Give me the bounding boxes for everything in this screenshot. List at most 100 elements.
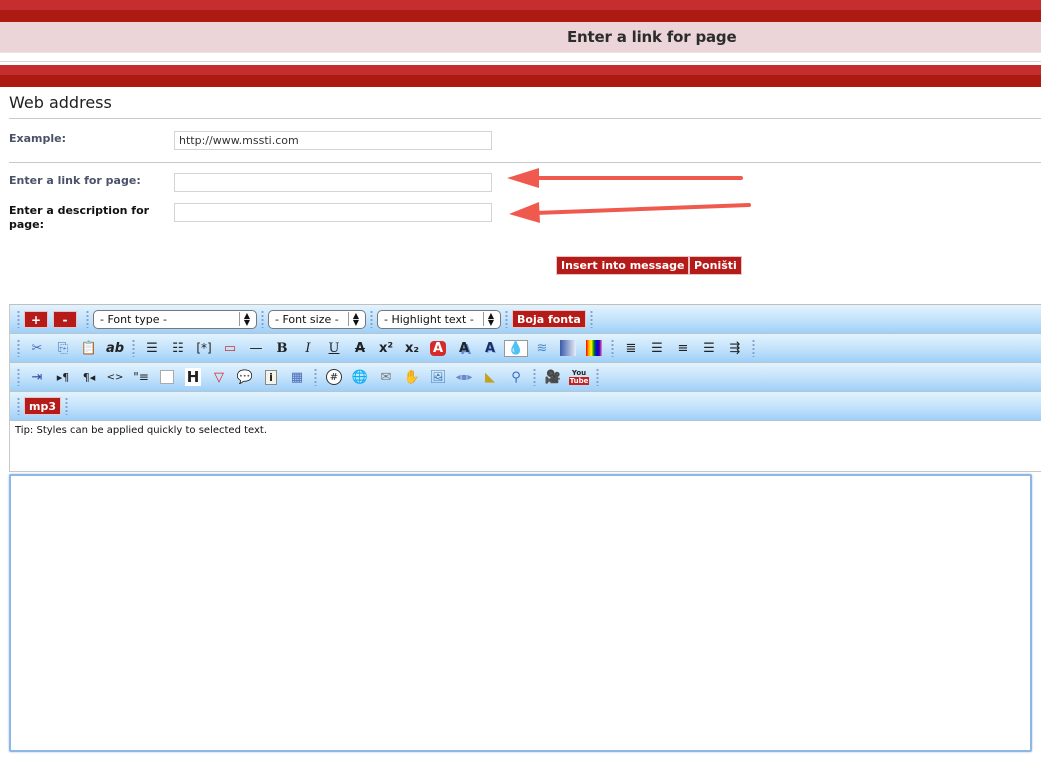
horizontal-rule-icon[interactable]: — [243, 337, 269, 359]
toolbar-separator [505, 310, 508, 328]
annotation-arrow-link [507, 168, 743, 188]
code-icon[interactable]: <> [102, 366, 128, 388]
bold-icon[interactable]: B [269, 337, 295, 359]
search-icon[interactable]: ⚲ [503, 366, 529, 388]
warning-icon[interactable]: ▽ [206, 366, 232, 388]
align-center-icon[interactable]: ≡ [670, 337, 696, 359]
bullet-list-icon[interactable]: ☰ [139, 337, 165, 359]
toolbar-row-3: ⇥ ▸¶ ¶◂ <> "≡ H ▽ 💬 i ▦ # 🌐 ✉ ✋ 🖼 ◂▪▸ ◣ … [10, 363, 1041, 392]
indent-icon[interactable]: ⇶ [722, 337, 748, 359]
youtube-you: You [571, 369, 587, 377]
cut-icon[interactable]: ✂ [24, 337, 50, 359]
example-field[interactable] [174, 131, 492, 150]
section-divider [9, 118, 1041, 119]
toolbar-separator [86, 310, 89, 328]
paste-icon[interactable]: 📋 [76, 337, 102, 359]
toolbar-separator [17, 397, 20, 415]
email-icon[interactable]: ✉ [373, 366, 399, 388]
speech-bubble-icon[interactable]: 💬 [232, 366, 258, 388]
increase-size-button[interactable]: + [24, 310, 48, 328]
font-size-value: - Font size - [275, 312, 339, 326]
strikethrough-icon[interactable]: A [347, 337, 373, 359]
link-label: Enter a link for page: [9, 174, 141, 187]
rtl-icon[interactable]: ¶◂ [76, 366, 102, 388]
drop-shadow-icon[interactable]: 💧 [503, 337, 529, 359]
align-left-icon[interactable]: ☰ [644, 337, 670, 359]
toolbar-separator [611, 339, 614, 357]
youtube-tube: Tube [568, 377, 590, 385]
description-input[interactable] [174, 203, 492, 222]
highlight-text-select[interactable]: - Highlight text - ▲ ▼ [377, 309, 501, 329]
select-arrows-icon: ▲ ▼ [347, 312, 359, 327]
url-icon[interactable]: 🌐 [347, 366, 373, 388]
blank-icon[interactable] [154, 366, 180, 388]
video-icon[interactable]: 🎥 [540, 366, 566, 388]
wave-icon[interactable]: ≋ [529, 337, 555, 359]
select-arrows-icon: ▲ ▼ [238, 312, 250, 327]
decrease-size-button[interactable]: - [53, 310, 77, 328]
hand-icon[interactable]: ✋ [399, 366, 425, 388]
quote-icon[interactable]: "≡ [128, 366, 154, 388]
italic-icon[interactable]: I [295, 337, 321, 359]
heading-icon[interactable]: H [180, 366, 206, 388]
info-icon[interactable]: i [258, 366, 284, 388]
glow-icon[interactable]: A [451, 337, 477, 359]
image-icon[interactable]: 🖼 [425, 366, 451, 388]
tip-text: Tip: Styles can be applied quickly to se… [10, 421, 1041, 469]
toolbar-separator [17, 310, 20, 328]
shadow-icon[interactable]: A [477, 337, 503, 359]
mp3-button[interactable]: mp3 [24, 397, 61, 415]
ltr-icon[interactable]: ▸¶ [50, 366, 76, 388]
select-arrows-icon: ▲ ▼ [482, 312, 494, 327]
subscript-icon[interactable]: x₂ [399, 337, 425, 359]
font-color-icon[interactable]: A [425, 337, 451, 359]
toolbar-separator [261, 310, 264, 328]
toolbar-row-4: mp3 [10, 392, 1041, 421]
highlight-text-value: - Highlight text - [384, 312, 474, 326]
toolbar-separator [752, 339, 755, 357]
link-input[interactable] [174, 173, 492, 192]
gradient-icon[interactable] [555, 337, 581, 359]
toolbar-separator [17, 368, 20, 386]
section-title: Web address [9, 93, 112, 112]
toolbar-separator [370, 310, 373, 328]
middle-red-bar [0, 65, 1041, 87]
toolbar-row-1: + - - Font type - ▲ ▼ - Font size - ▲ ▼ - … [10, 305, 1041, 334]
align-right-icon[interactable]: ☰ [696, 337, 722, 359]
toolbar-separator [65, 397, 68, 415]
toolbar-row-2: ✂ ⎘ 📋 ab ☰ ☷ [*] ▭ — B I U A x² x₂ A A A… [10, 334, 1041, 363]
move-icon[interactable]: ⇥ [24, 366, 50, 388]
font-color-button[interactable]: Boja fonta [512, 310, 586, 328]
dialog-title: Enter a link for page [567, 28, 737, 46]
plain-text-icon[interactable]: ab [102, 337, 128, 359]
toolbar-separator [132, 339, 135, 357]
justify-icon[interactable]: ≣ [618, 337, 644, 359]
toolbar-separator [596, 368, 599, 386]
youtube-icon[interactable]: You Tube [566, 366, 592, 388]
font-size-select[interactable]: - Font size - ▲ ▼ [268, 309, 366, 329]
hash-icon[interactable]: # [321, 366, 347, 388]
copy-icon[interactable]: ⎘ [50, 337, 76, 359]
tip-divider [9, 471, 1041, 472]
form-divider [9, 162, 1041, 163]
list-item-icon[interactable]: [*] [191, 337, 217, 359]
superscript-icon[interactable]: x² [373, 337, 399, 359]
insert-into-message-button[interactable]: Insert into message [556, 256, 690, 275]
font-type-value: - Font type - [100, 312, 167, 326]
message-textarea[interactable] [9, 474, 1032, 752]
toolbar-separator [17, 339, 20, 357]
spoiler-icon[interactable]: ▭ [217, 337, 243, 359]
table-icon[interactable]: ▦ [284, 366, 310, 388]
toolbar-separator [589, 310, 593, 328]
description-label: Enter a description for page: [9, 204, 150, 231]
divider [0, 61, 1041, 62]
rainbow-icon[interactable] [581, 337, 607, 359]
annotation-arrow-description [509, 202, 751, 223]
numbered-list-icon[interactable]: ☷ [165, 337, 191, 359]
hat-icon[interactable]: ◣ [477, 366, 503, 388]
cancel-button[interactable]: Poništi [689, 256, 742, 275]
flash-icon[interactable]: ◂▪▸ [451, 366, 477, 388]
editor-panel: + - - Font type - ▲ ▼ - Font size - ▲ ▼ - … [9, 304, 1041, 472]
font-type-select[interactable]: - Font type - ▲ ▼ [93, 309, 257, 329]
underline-icon[interactable]: U [321, 337, 347, 359]
